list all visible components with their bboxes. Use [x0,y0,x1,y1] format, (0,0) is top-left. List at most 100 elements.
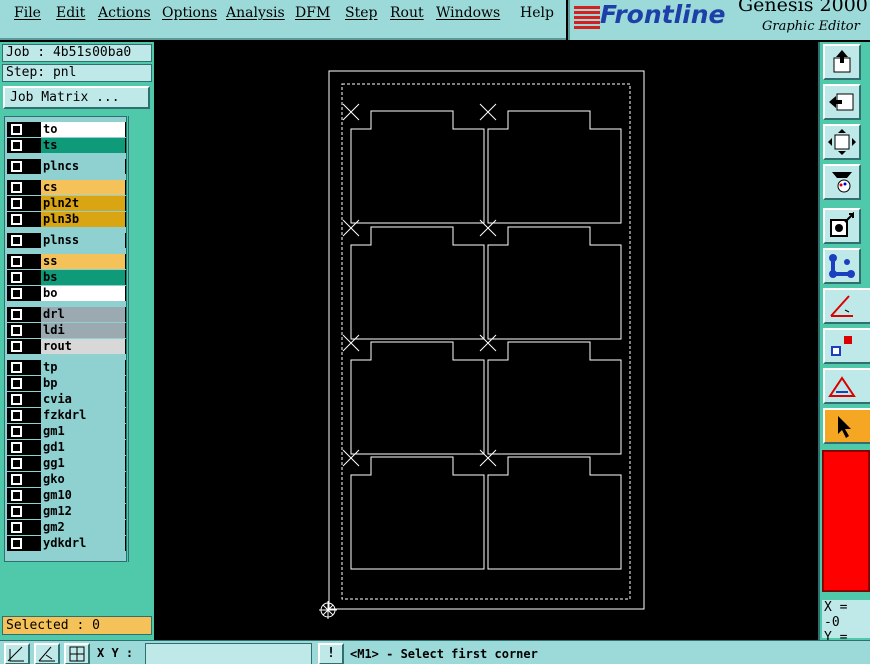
layer-checkbox[interactable] [11,198,22,209]
layer-name: bp [41,376,125,391]
layer-row-plncs[interactable]: plncs [7,159,126,174]
menu-actions[interactable]: Actions [98,5,151,21]
layer-checkbox[interactable] [11,474,22,485]
network-button[interactable] [823,248,861,284]
layer-row-rout[interactable]: rout [7,339,126,354]
layer-checkbox[interactable] [11,490,22,501]
layer-row-gm10[interactable]: gm10 [7,488,126,503]
menu-dfm[interactable]: DFM [295,5,330,21]
settings-icon [832,172,852,193]
layer-list: to ts plncs cs pln2t pln3b plnss ss bs bo drl ldi ro… [4,116,127,562]
layer-checkbox[interactable] [11,161,22,172]
x-coordinate: X = -0 [824,600,848,630]
layer-row-fzkdrl[interactable]: fzkdrl [7,408,126,423]
app-logo: Frontline Genesis 2000 Graphic Editor [568,0,870,40]
pad-button[interactable] [823,328,870,364]
layer-checkbox[interactable] [11,309,22,320]
layer-row-gm12[interactable]: gm12 [7,504,126,519]
snap-button[interactable] [4,643,30,664]
board-outline [487,341,622,455]
grid-icon [69,646,85,662]
fit-icon [828,129,856,155]
grid-button[interactable] [64,643,90,664]
layer-checkbox[interactable] [11,256,22,267]
layer-row-pln2t[interactable]: pln2t [7,196,126,211]
layer-checkbox[interactable] [11,288,22,299]
layer-row-ts[interactable]: ts [7,138,126,153]
coordinate-readout: X = -0 Y = 19 [822,600,870,660]
step-name: Step: pnl [2,64,152,82]
layer-row-plnss[interactable]: plnss [7,233,126,248]
layer-row-gko[interactable]: gko [7,472,126,487]
layer-checkbox[interactable] [11,341,22,352]
layer-row-ldi[interactable]: ldi [7,323,126,338]
layer-checkbox[interactable] [11,378,22,389]
layer-row-gg1[interactable]: gg1 [7,456,126,471]
menu-step[interactable]: Step [345,5,377,21]
draw-line-button[interactable] [823,288,870,324]
layer-checkbox[interactable] [11,458,22,469]
layer-row-gd1[interactable]: gd1 [7,440,126,455]
layer-checkbox[interactable] [11,362,22,373]
layer-row-gm1[interactable]: gm1 [7,424,126,439]
job-matrix-button[interactable]: Job Matrix ... [3,86,150,109]
fit-view-button[interactable] [823,124,861,160]
layer-name: pln3b [41,212,125,227]
layer-checkbox[interactable] [11,442,22,453]
graphic-canvas[interactable] [157,42,817,640]
layer-row-ydkdrl[interactable]: ydkdrl [7,536,126,551]
menu-windows[interactable]: Windows [436,5,500,21]
layer-row-bo[interactable]: bo [7,286,126,301]
layer-checkbox[interactable] [11,426,22,437]
layer-checkbox[interactable] [11,182,22,193]
layer-checkbox[interactable] [11,140,22,151]
settings-button[interactable] [823,164,861,200]
layer-row-cvia[interactable]: cvia [7,392,126,407]
layer-checkbox[interactable] [11,124,22,135]
layer-checkbox[interactable] [11,214,22,225]
layer-checkbox[interactable] [11,272,22,283]
import-button[interactable] [823,84,861,120]
menu-rout[interactable]: Rout [390,5,424,21]
layer-name: bs [41,270,125,285]
measure-button[interactable] [823,368,870,404]
layer-row-gm2[interactable]: gm2 [7,520,126,535]
job-name: Job : 4b51s00ba0 [2,44,152,62]
menu-help[interactable]: Help [520,5,554,21]
message-button[interactable]: ! [318,643,344,664]
layer-row-bp[interactable]: bp [7,376,126,391]
layer-name: ts [41,138,125,153]
layer-checkbox[interactable] [11,522,22,533]
layer-name: pln2t [41,196,125,211]
select-shape-button[interactable] [823,208,861,244]
angle-button[interactable] [34,643,60,664]
xy-input[interactable] [145,643,312,664]
layer-row-ss[interactable]: ss [7,254,126,269]
layer-row-to[interactable]: to [7,122,126,137]
layer-row-drl[interactable]: drl [7,307,126,322]
left-panel: Job : 4b51s00ba0 Step: pnl Job Matrix ..… [0,42,154,640]
layer-name: ss [41,254,125,269]
layer-preview-panel [822,450,870,592]
layer-row-cs[interactable]: cs [7,180,126,195]
layer-row-tp[interactable]: tp [7,360,126,375]
layer-checkbox[interactable] [11,538,22,549]
layer-checkbox[interactable] [11,394,22,405]
pad-icon [831,336,852,356]
menu-file[interactable]: File [14,5,41,21]
menu-options[interactable]: Options [162,5,217,21]
layer-row-bs[interactable]: bs [7,270,126,285]
menu-edit[interactable]: Edit [56,5,85,21]
layer-checkbox[interactable] [11,325,22,336]
layer-checkbox[interactable] [11,506,22,517]
layer-list-scrollbar[interactable] [128,116,152,562]
export-button[interactable] [823,44,861,80]
menu-analysis[interactable]: Analysis [226,5,285,21]
layer-checkbox[interactable] [11,410,22,421]
layer-row-pln3b[interactable]: pln3b [7,212,126,227]
layer-name: gg1 [41,456,125,471]
layer-name: gm12 [41,504,125,519]
board-outline [350,456,485,570]
pointer-button[interactable] [823,408,870,444]
layer-checkbox[interactable] [11,235,22,246]
